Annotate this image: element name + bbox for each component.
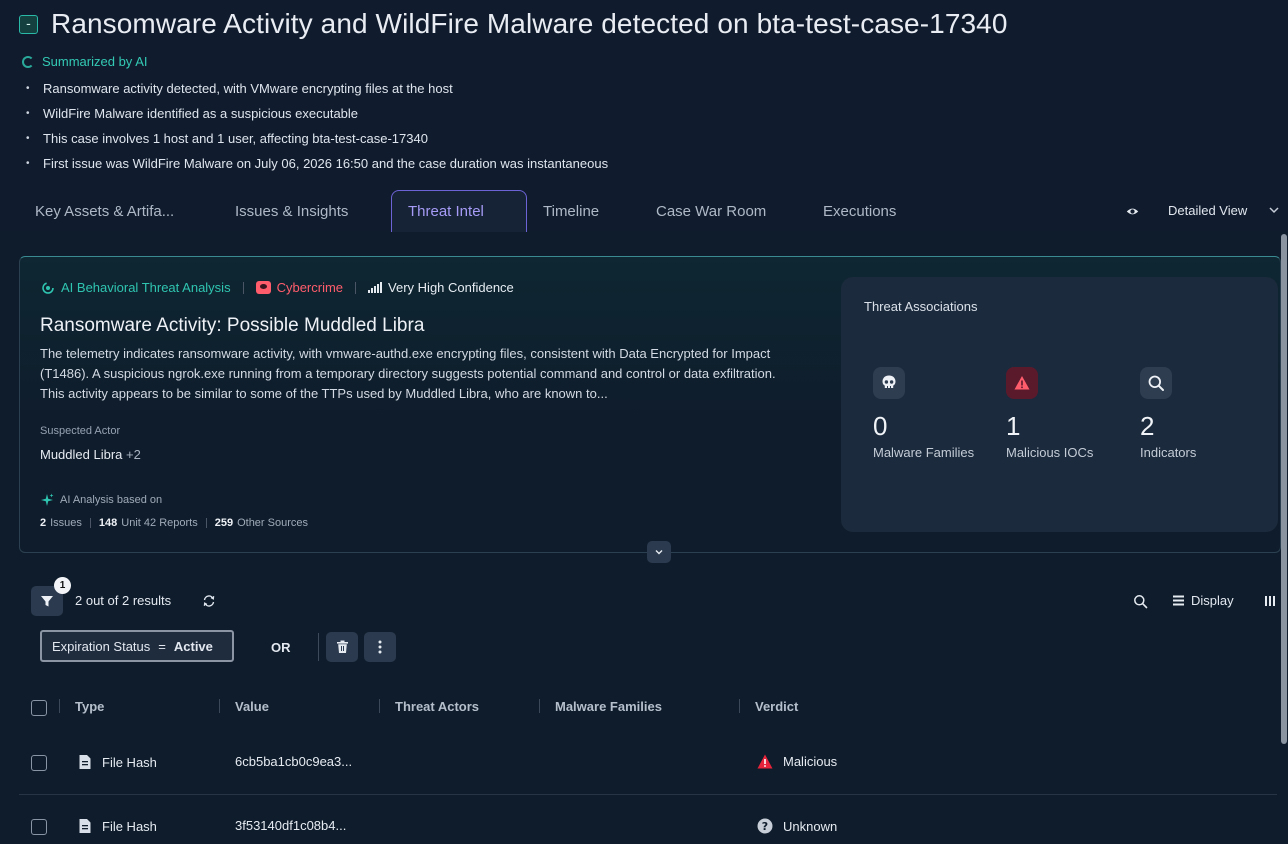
filter-count-badge: 1 xyxy=(54,577,71,594)
column-header-malware-families[interactable]: Malware Families xyxy=(555,699,662,714)
ai-summary-label: Summarized by AI xyxy=(22,54,148,69)
file-icon xyxy=(79,755,91,769)
list-icon xyxy=(1173,595,1184,606)
case-header: - Ransomware Activity and WildFire Malwa… xyxy=(0,0,1288,190)
ai-summary-text: Summarized by AI xyxy=(42,54,148,69)
confidence-badge: Very High Confidence xyxy=(368,280,514,295)
stat-count: 0 xyxy=(873,411,888,441)
column-header-type[interactable]: Type xyxy=(75,699,104,714)
or-operator[interactable]: OR xyxy=(271,640,291,655)
page-title: Ransomware Activity and WildFire Malware… xyxy=(51,8,1008,39)
stat-label: Malware Families xyxy=(873,445,975,460)
scrollbar[interactable] xyxy=(1281,234,1287,744)
table-row-type: File Hash xyxy=(78,818,157,834)
search-icon xyxy=(1140,367,1172,399)
ai-spinner-icon xyxy=(42,281,54,294)
ai-analysis-badge: AI Behavioral Threat Analysis xyxy=(41,280,231,295)
delete-filter-button[interactable] xyxy=(326,632,358,662)
summary-list: • Ransomware activity detected, with VMwa… xyxy=(24,76,608,176)
ai-spinner-icon xyxy=(22,55,34,68)
svg-text:?: ? xyxy=(762,820,768,833)
table-row-verdict: Malicious xyxy=(757,754,837,769)
refresh-icon[interactable] xyxy=(202,594,216,608)
summary-item: • First issue was WildFire Malware on Jul… xyxy=(26,156,609,171)
filter-icon xyxy=(41,596,53,607)
column-header-value[interactable]: Value xyxy=(235,699,269,714)
case-tabs: Key Assets & Artifa... Issues & Insights… xyxy=(0,190,1288,232)
malicious-warning-icon xyxy=(757,754,773,769)
column-divider xyxy=(59,699,60,713)
skull-icon xyxy=(873,367,905,399)
columns-icon[interactable] xyxy=(1264,595,1276,607)
column-header-verdict[interactable]: Verdict xyxy=(755,699,798,714)
stat-label: Indicators xyxy=(1140,445,1197,460)
tab-threat-intel[interactable]: Threat Intel xyxy=(391,190,527,232)
file-icon xyxy=(79,819,91,833)
cybercrime-icon xyxy=(255,281,271,294)
kebab-menu-icon xyxy=(378,640,382,654)
stat-count: 1 xyxy=(1006,411,1021,441)
tab-executions[interactable]: Executions xyxy=(807,190,912,232)
suspected-actor[interactable]: Muddled Libra +2 xyxy=(40,447,141,462)
malware-families-stat[interactable]: 0 Malware Families xyxy=(873,367,974,460)
trash-icon xyxy=(336,640,348,653)
eye-icon[interactable] xyxy=(1126,205,1139,218)
table-row-value[interactable]: 6cb5ba1cb0c9ea3... xyxy=(235,754,352,769)
threat-description: The telemetry indicates ransomware activ… xyxy=(40,346,776,401)
expand-card-button[interactable] xyxy=(647,541,671,563)
stat-label: Malicious IOCs xyxy=(1006,445,1094,460)
row-divider xyxy=(19,794,1277,795)
stat-count: 2 xyxy=(1140,411,1155,441)
more-options-button[interactable] xyxy=(364,632,396,662)
divider xyxy=(318,633,319,661)
chevron-down-icon xyxy=(655,550,663,555)
warning-icon xyxy=(1006,367,1038,399)
table-row-verdict: ? Unknown xyxy=(757,818,837,834)
sparkle-icon xyxy=(41,493,54,506)
analysis-basis-label: AI Analysis based on xyxy=(40,493,162,507)
row-checkbox[interactable] xyxy=(31,819,47,835)
threat-associations-title: Threat Associations xyxy=(864,299,978,314)
summary-item: • This case involves 1 host and 1 user, a… xyxy=(26,131,428,146)
column-divider xyxy=(379,699,380,713)
table-row-type: File Hash xyxy=(78,754,157,770)
collapse-button[interactable]: - xyxy=(19,15,38,34)
signal-bars-icon xyxy=(368,282,383,293)
column-divider xyxy=(219,699,220,713)
divider xyxy=(242,281,244,294)
divider xyxy=(355,281,357,294)
column-divider xyxy=(539,699,540,713)
threat-title: Ransomware Activity: Possible Muddled Li… xyxy=(40,315,425,336)
view-selector[interactable]: Detailed View xyxy=(1168,203,1247,218)
analysis-basis: 2 Issues 148 Unit 42 Reports 259 Other Sour… xyxy=(40,517,308,529)
filter-chip[interactable]: Expiration Status = Active xyxy=(40,630,234,662)
results-count: 2 out of 2 results xyxy=(75,593,172,608)
table-row-value[interactable]: 3f53140df1c08b4... xyxy=(235,818,346,833)
row-checkbox[interactable] xyxy=(31,755,47,771)
malicious-iocs-stat[interactable]: 1 Malicious IOCs xyxy=(1006,367,1093,460)
tab-timeline[interactable]: Timeline xyxy=(527,190,615,232)
unknown-question-icon: ? xyxy=(757,818,773,834)
intel-badges: AI Behavioral Threat Analysis Cybercrime… xyxy=(41,280,514,295)
tab-issues-insights[interactable]: Issues & Insights xyxy=(219,190,364,232)
column-divider xyxy=(739,699,740,713)
search-icon[interactable] xyxy=(1133,594,1148,609)
tab-case-war-room[interactable]: Case War Room xyxy=(640,190,782,232)
category-badge: Cybercrime xyxy=(255,280,343,295)
more-actors-count[interactable]: +2 xyxy=(126,447,141,462)
display-button[interactable]: Display xyxy=(1172,593,1234,608)
summary-item: • WildFire Malware identified as a suspic… xyxy=(26,106,359,121)
chevron-down-icon[interactable] xyxy=(1268,204,1280,216)
summary-item: • Ransomware activity detected, with VMwa… xyxy=(26,81,453,96)
select-all-checkbox[interactable] xyxy=(31,700,47,716)
suspected-actor-label: Suspected Actor xyxy=(40,425,121,437)
column-header-threat-actors[interactable]: Threat Actors xyxy=(395,699,479,714)
tab-key-assets[interactable]: Key Assets & Artifa... xyxy=(19,190,190,232)
indicators-stat[interactable]: 2 Indicators xyxy=(1140,367,1196,460)
case-page: - Ransomware Activity and WildFire Malwa… xyxy=(0,0,1288,844)
